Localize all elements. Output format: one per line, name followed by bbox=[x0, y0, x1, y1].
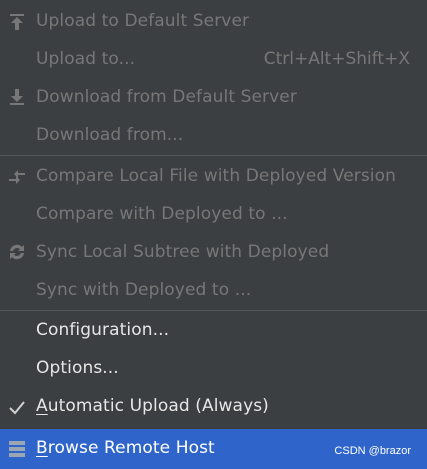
menu-item-label: Download from... bbox=[36, 125, 184, 145]
menu-item-automatic-upload[interactable]: Automatic Upload (Always) bbox=[0, 389, 427, 426]
menu-item-label: Configuration... bbox=[36, 320, 170, 340]
menu-item-compare-with[interactable]: Compare with Deployed to ... bbox=[0, 196, 427, 233]
menu-item-download-default[interactable]: Download from Default Server bbox=[0, 79, 427, 116]
compare-icon bbox=[6, 166, 28, 188]
menu-item-label: Compare Local File with Deployed Version bbox=[36, 166, 396, 186]
menu-item-upload-default[interactable]: Upload to Default Server bbox=[0, 4, 427, 40]
menu-item-label: Upload to Default Server bbox=[36, 11, 250, 31]
menu-item-label: Options... bbox=[36, 358, 119, 378]
menu-item-sync-local[interactable]: Sync Local Subtree with Deployed bbox=[0, 234, 427, 271]
label-rest: rowse Remote Host bbox=[47, 438, 215, 458]
menu-separator bbox=[0, 310, 427, 311]
menu-item-label: Browse Remote Host bbox=[36, 438, 215, 458]
menu-item-options[interactable]: Options... bbox=[0, 351, 427, 388]
menu-item-compare-local[interactable]: Compare Local File with Deployed Version bbox=[0, 158, 427, 195]
menu-item-label: Upload to... bbox=[36, 49, 136, 69]
menu-item-label: Compare with Deployed to ... bbox=[36, 204, 288, 224]
menu-item-label: Download from Default Server bbox=[36, 87, 297, 107]
sync-icon bbox=[6, 241, 28, 263]
menu-item-upload-to[interactable]: Upload to... Ctrl+Alt+Shift+X bbox=[0, 41, 427, 78]
watermark-text: CSDN @brazor bbox=[334, 445, 411, 457]
menu-item-shortcut: Ctrl+Alt+Shift+X bbox=[263, 49, 410, 69]
upload-icon bbox=[6, 11, 28, 33]
menu-item-sync-with[interactable]: Sync with Deployed to ... bbox=[0, 272, 427, 309]
menu-item-label: Automatic Upload (Always) bbox=[36, 396, 269, 416]
menu-separator bbox=[0, 155, 427, 156]
download-icon bbox=[6, 86, 28, 108]
context-menu: Upload to Default Server Upload to... Ct… bbox=[0, 0, 427, 469]
menu-item-configuration[interactable]: Configuration... bbox=[0, 313, 427, 350]
mnemonic-letter: A bbox=[36, 396, 48, 416]
label-rest: utomatic Upload (Always) bbox=[47, 396, 269, 416]
menu-item-download-from[interactable]: Download from... bbox=[0, 117, 427, 154]
menu-item-label: Sync Local Subtree with Deployed bbox=[36, 242, 330, 262]
menu-item-label: Sync with Deployed to ... bbox=[36, 280, 252, 300]
mnemonic-letter: B bbox=[36, 438, 48, 458]
server-icon bbox=[6, 438, 28, 460]
checkmark-icon bbox=[6, 397, 28, 419]
